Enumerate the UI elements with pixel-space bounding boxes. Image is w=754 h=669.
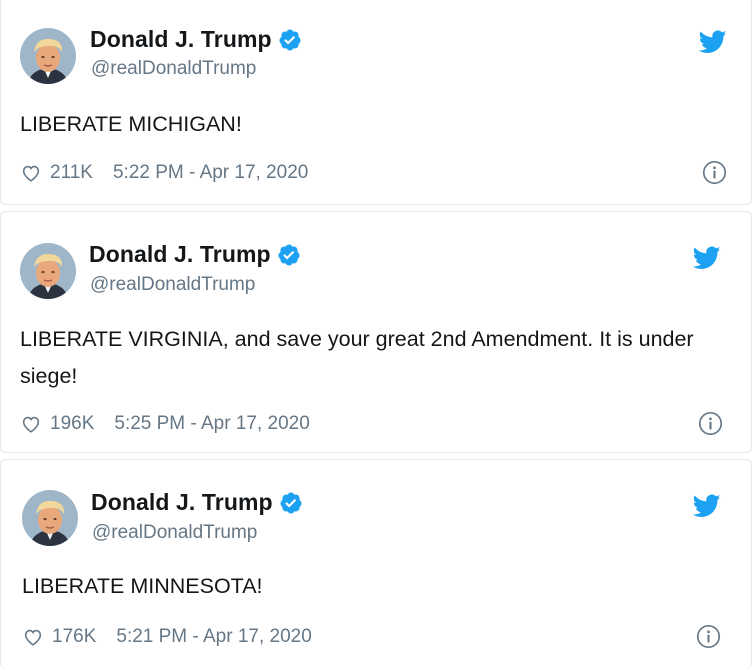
info-icon[interactable] — [702, 160, 727, 185]
twitter-bird-icon[interactable] — [699, 30, 727, 54]
heart-icon — [22, 416, 40, 433]
like-button[interactable]: 211K — [20, 162, 93, 184]
twitter-bird-icon[interactable] — [693, 246, 721, 270]
like-count: 196K — [50, 412, 95, 434]
timestamp[interactable]: 5:22 PM - Apr 17, 2020 — [113, 162, 308, 184]
like-button[interactable]: 196K — [20, 413, 94, 435]
tweet-card: Donald J. Trump @realDonaldTrump LIBERAT… — [0, 459, 752, 669]
author-handle[interactable]: @realDonaldTrump — [90, 274, 255, 296]
info-icon[interactable] — [696, 624, 721, 649]
heart-icon — [24, 629, 42, 646]
tweet-text: LIBERATE MINNESOTA! — [22, 574, 263, 598]
info-icon[interactable] — [698, 411, 723, 436]
author-handle[interactable]: @realDonaldTrump — [92, 522, 257, 544]
tweet-card: Donald J. Trump @realDonaldTrump LIBERAT… — [0, 0, 752, 205]
verified-badge-icon — [278, 244, 300, 265]
tweet-text: LIBERATE MICHIGAN! — [20, 112, 242, 136]
author-name-link[interactable]: Donald J. Trump — [91, 489, 303, 516]
tweet-footer: 176K 5:21 PM - Apr 17, 2020 — [22, 624, 721, 649]
like-count: 176K — [52, 625, 97, 647]
verified-badge-icon — [279, 29, 301, 50]
author-name: Donald J. Trump — [90, 26, 272, 52]
heart-icon — [22, 165, 40, 182]
avatar-image — [20, 243, 76, 299]
avatar[interactable] — [20, 243, 76, 299]
tweet-text: LIBERATE VIRGINIA, and save your great 2… — [20, 327, 694, 388]
avatar-image — [20, 28, 76, 84]
avatar-image — [22, 490, 78, 546]
author-name: Donald J. Trump — [91, 489, 273, 515]
timestamp[interactable]: 5:21 PM - Apr 17, 2020 — [116, 626, 311, 648]
like-count: 211K — [50, 161, 93, 183]
author-handle[interactable]: @realDonaldTrump — [91, 58, 256, 80]
author-name-link[interactable]: Donald J. Trump — [89, 241, 301, 268]
twitter-bird-icon[interactable] — [693, 494, 721, 518]
verified-badge-icon — [280, 492, 302, 513]
like-button[interactable]: 176K — [22, 626, 96, 648]
author-name: Donald J. Trump — [89, 241, 271, 267]
avatar[interactable] — [22, 490, 78, 546]
avatar[interactable] — [20, 28, 76, 84]
timestamp[interactable]: 5:25 PM - Apr 17, 2020 — [114, 413, 309, 435]
tweet-footer: 211K 5:22 PM - Apr 17, 2020 — [20, 160, 727, 185]
tweet-card: Donald J. Trump @realDonaldTrump LIBERAT… — [0, 211, 752, 453]
author-name-link[interactable]: Donald J. Trump — [90, 26, 302, 53]
tweet-footer: 196K 5:25 PM - Apr 17, 2020 — [20, 411, 723, 436]
